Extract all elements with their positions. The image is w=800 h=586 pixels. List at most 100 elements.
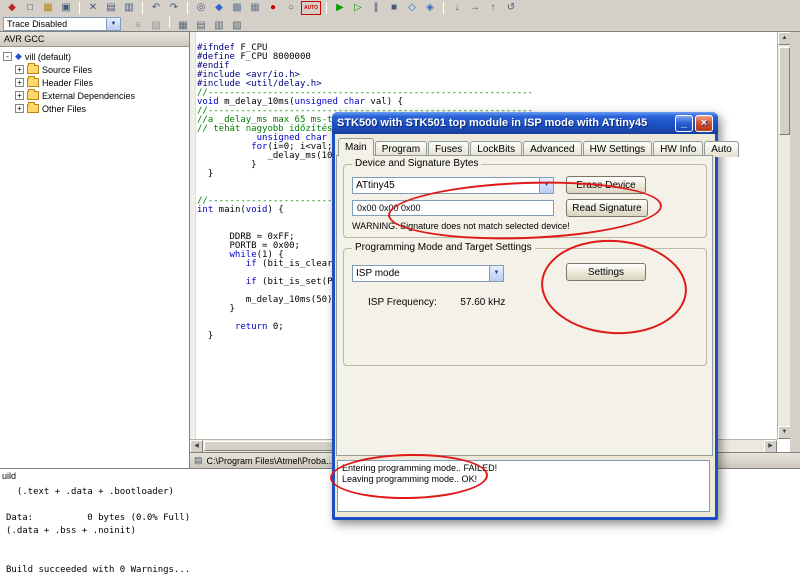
- editor-file-path: C:\Program Files\Atmel\Proba...: [206, 455, 334, 466]
- folder-icon: [27, 102, 39, 113]
- undo-icon[interactable]: ↶: [148, 1, 164, 15]
- project-icon[interactable]: ◆: [211, 1, 227, 15]
- programming-mode-group: Programming Mode and Target Settings ISP…: [343, 242, 707, 366]
- signature-warning-text: WARNING: Signature does not match select…: [352, 221, 570, 231]
- isp-frequency-line: ISP Frequency: 57.60 kHz: [368, 297, 505, 308]
- disassembly-view-icon[interactable]: ▧: [229, 19, 245, 33]
- toolbar-separator: [169, 15, 170, 28]
- output-line: (.data + .bss + .noinit): [6, 526, 137, 536]
- folder-icon: [27, 63, 39, 74]
- settings-button[interactable]: Settings: [566, 263, 646, 281]
- auto-icon[interactable]: AUTO: [301, 1, 321, 15]
- toolbar-separator: [79, 2, 80, 14]
- toolbar-separator: [187, 2, 188, 14]
- read-signature-button[interactable]: Read Signature: [566, 199, 648, 217]
- stk500-dialog: STK500 with STK501 top module in ISP mod…: [332, 112, 739, 520]
- expand-icon[interactable]: +: [15, 78, 24, 87]
- toolbar-row-2: Trace Disabled ▼ ≡ ▨ ▦ ▤ ▥ ▧: [0, 15, 800, 33]
- code-line: #define F_CPU 8000000: [197, 52, 311, 62]
- tree-item-label: External Dependencies: [42, 90, 136, 101]
- dialog-log-box: Entering programming mode.. FAILED! Leavi…: [337, 460, 710, 512]
- minimize-button[interactable]: _: [675, 114, 693, 132]
- mode-combo-value: ISP mode: [356, 268, 400, 279]
- open-file-icon[interactable]: ▦: [40, 1, 56, 15]
- isp-frequency-label: ISP Frequency:: [368, 297, 437, 308]
- copy-icon[interactable]: ▤: [103, 1, 119, 15]
- chevron-down-icon[interactable]: ▼: [489, 266, 503, 281]
- debug-run-icon[interactable]: ▷: [350, 1, 366, 15]
- vertical-scrollbar[interactable]: ▲ ▼: [777, 32, 791, 439]
- output-line: (.text + .data + .bootloader): [6, 487, 174, 497]
- tree-item-label: Other Files: [42, 103, 87, 114]
- memory-view-icon[interactable]: ▥: [211, 19, 227, 33]
- cut-icon[interactable]: ✕: [85, 1, 101, 15]
- toolbar-separator: [326, 2, 327, 14]
- close-button[interactable]: ×: [695, 114, 713, 132]
- save-icon[interactable]: ▣: [58, 1, 74, 15]
- log-line: Leaving programming mode.. OK!: [342, 474, 478, 484]
- device-group-label: Device and Signature Bytes: [352, 158, 482, 169]
- pause-icon[interactable]: ∥: [368, 1, 384, 15]
- tree-item-project-root[interactable]: - ◆ vill (default): [0, 50, 189, 63]
- reset-icon[interactable]: ↺: [503, 1, 519, 15]
- tree-item-label: Header Files: [42, 77, 94, 88]
- find-icon[interactable]: ◎: [193, 1, 209, 15]
- paste-icon[interactable]: ▥: [121, 1, 137, 15]
- expand-icon[interactable]: +: [15, 65, 24, 74]
- device-combo[interactable]: ATtiny45 ▼: [352, 177, 554, 194]
- avr-logo-icon[interactable]: ◆: [4, 1, 20, 15]
- editor-gutter: [190, 32, 196, 439]
- build-icon[interactable]: ◇: [404, 1, 420, 15]
- watch-icon[interactable]: ○: [283, 1, 299, 15]
- device-combo-value: ATtiny45: [356, 180, 395, 191]
- tree-item-source-files[interactable]: + Source Files: [12, 63, 189, 76]
- project-tree-panel: AVR GCC - ◆ vill (default) + Source Files…: [0, 32, 190, 468]
- programming-mode-combo[interactable]: ISP mode ▼: [352, 265, 504, 282]
- collapse-icon[interactable]: -: [3, 52, 12, 61]
- step-into-icon[interactable]: ↓: [449, 1, 465, 15]
- erase-device-button[interactable]: Erase Device: [566, 176, 646, 194]
- editor-right-margin: [790, 32, 800, 452]
- tree-item-external-dependencies[interactable]: + External Dependencies: [12, 89, 189, 102]
- build-and-run-icon[interactable]: ◈: [422, 1, 438, 15]
- step-out-icon[interactable]: ↑: [485, 1, 501, 15]
- redo-icon[interactable]: ↷: [166, 1, 182, 15]
- io-view-icon[interactable]: ▦: [175, 19, 191, 33]
- dialog-title: STK500 with STK501 top module in ISP mod…: [337, 117, 648, 129]
- build-output-text: (.text + .data + .bootloader) Data: 0 by…: [6, 486, 190, 577]
- trace-clear-icon[interactable]: ▨: [148, 19, 164, 33]
- new-file-icon[interactable]: □: [22, 1, 38, 15]
- stop-icon[interactable]: ■: [386, 1, 402, 15]
- run-icon[interactable]: ▶: [332, 1, 348, 15]
- toolbar-row-2-icons: ≡ ▨ ▦ ▤ ▥ ▧: [129, 15, 246, 33]
- trace-toggle-icon[interactable]: ≡: [130, 19, 146, 33]
- output-line: Build succeeded with 0 Warnings...: [6, 565, 191, 575]
- step-over-icon[interactable]: →: [467, 1, 483, 15]
- trace-mode-combo[interactable]: Trace Disabled ▼: [3, 17, 121, 31]
- trace-combo-value: Trace Disabled: [7, 19, 68, 29]
- tree-item-header-files[interactable]: + Header Files: [12, 76, 189, 89]
- prog-group-label: Programming Mode and Target Settings: [352, 242, 535, 253]
- register-view-icon[interactable]: ▤: [193, 19, 209, 33]
- build-pane-label: uild: [2, 471, 17, 481]
- tree-item-other-files[interactable]: + Other Files: [12, 102, 189, 115]
- toolbar-separator: [443, 2, 444, 14]
- vscroll-thumb[interactable]: [779, 47, 790, 135]
- breakpoint-icon[interactable]: ●: [265, 1, 281, 15]
- chevron-down-icon[interactable]: ▼: [539, 178, 553, 193]
- project-tree-title: AVR GCC: [0, 32, 189, 47]
- expand-icon[interactable]: +: [15, 104, 24, 113]
- chevron-down-icon[interactable]: ▼: [106, 18, 120, 30]
- dialog-title-bar[interactable]: STK500 with STK501 top module in ISP mod…: [332, 112, 718, 134]
- isp-frequency-value: 57.60 kHz: [460, 297, 506, 308]
- tab-main[interactable]: Main: [338, 138, 374, 156]
- tree-root-label: vill (default): [24, 51, 71, 62]
- chip-icon[interactable]: ▩: [229, 1, 245, 15]
- output-line: Data: 0 bytes (0.0% Full): [6, 513, 191, 523]
- main-toolbar: ◆ □ ▦ ▣ ✕ ▤ ▥ ↶ ↷ ◎ ◆ ▩ ▦ ● ○ AUTO ▶ ▷ ∥ ■ ◇ ◈ ↓ → ↑ ↺ Trace Disa…: [0, 0, 800, 32]
- folder-icon: [27, 76, 39, 87]
- memory-icon[interactable]: ▦: [247, 1, 263, 15]
- log-line: Entering programming mode.. FAILED!: [342, 463, 498, 473]
- expand-icon[interactable]: +: [15, 91, 24, 100]
